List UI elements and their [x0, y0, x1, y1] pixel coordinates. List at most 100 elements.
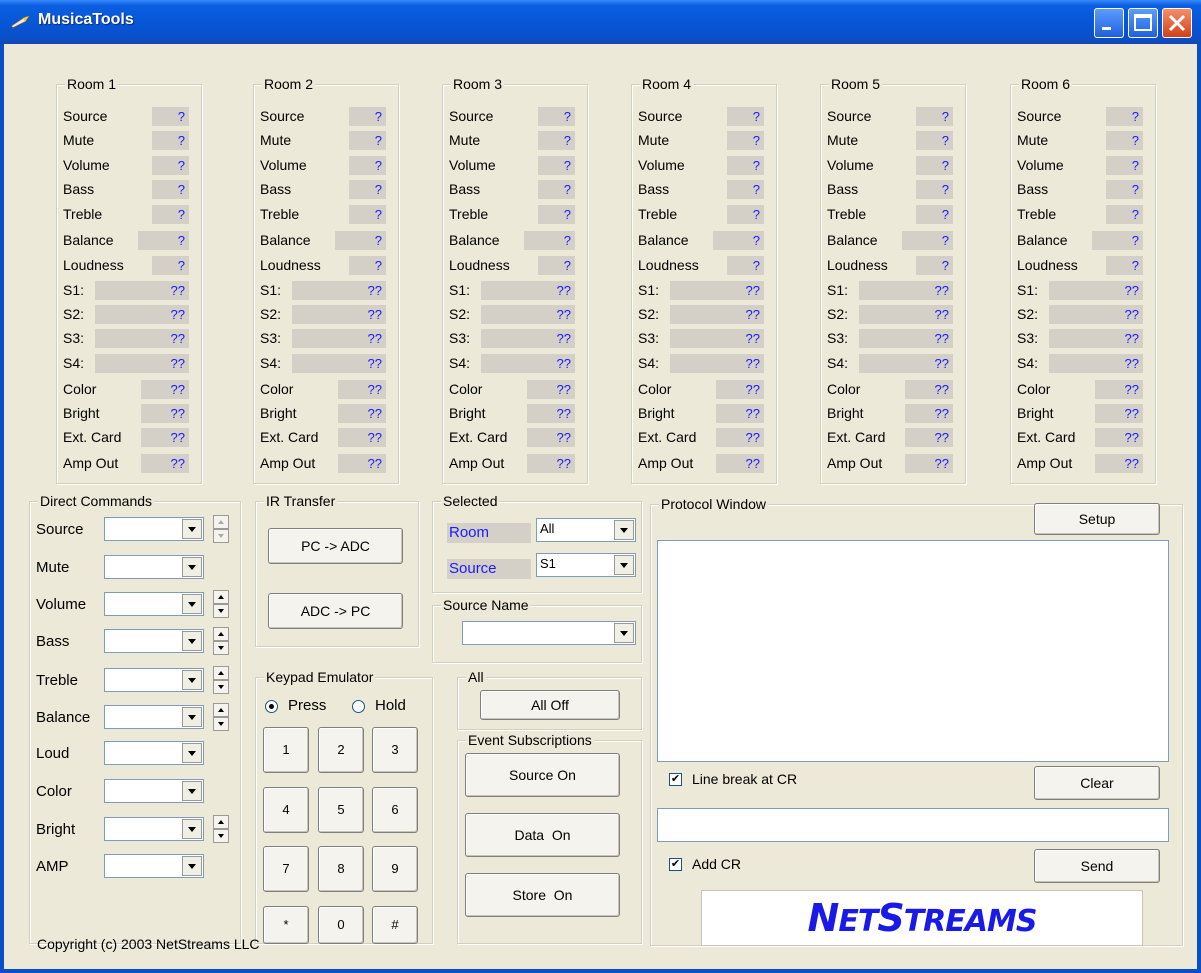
room-field-value: ? [727, 256, 764, 275]
room-field-value: ?? [859, 281, 953, 300]
direct-command-label: AMP [36, 858, 69, 875]
spin-down-icon[interactable] [213, 604, 229, 618]
room-field-label: S1: [449, 282, 471, 298]
add-cr-label: Add CR [692, 856, 742, 872]
direct-command-label: Balance [36, 709, 91, 726]
direct-command-select[interactable] [104, 517, 204, 541]
spinner-control[interactable] [213, 515, 229, 543]
room-field-label: S3: [449, 330, 471, 346]
hold-radio[interactable] [352, 700, 365, 713]
room-field-value: ?? [1049, 329, 1143, 348]
spinner-control[interactable] [213, 590, 229, 618]
direct-command-select[interactable] [104, 817, 204, 841]
spin-down-icon[interactable] [213, 680, 229, 694]
keypad-key[interactable]: 9 [372, 846, 418, 892]
chevron-down-icon [182, 781, 202, 801]
keypad-key[interactable]: 6 [372, 787, 418, 833]
room-field-value: ?? [1095, 404, 1143, 423]
spinner-control[interactable] [213, 815, 229, 843]
spin-down-icon[interactable] [213, 641, 229, 655]
room-field-label: Mute [827, 132, 859, 148]
room-field-label: S2: [449, 306, 471, 322]
direct-command-select[interactable] [104, 555, 204, 579]
data-on-button[interactable]: Data On [465, 813, 620, 857]
spinner-control[interactable] [213, 627, 229, 655]
spinner-control[interactable] [213, 666, 229, 694]
source-on-button[interactable]: Source On [465, 753, 620, 797]
keypad-key[interactable]: 5 [318, 787, 364, 833]
keypad-key[interactable]: * [263, 906, 309, 944]
room-field-label: S2: [260, 306, 282, 322]
keypad-key[interactable]: # [372, 906, 418, 944]
room-field-value: ?? [481, 305, 575, 324]
pc-to-adc-button[interactable]: PC -> ADC [268, 528, 403, 564]
room-field-label: Source [63, 108, 108, 124]
room-field-label: S3: [63, 330, 85, 346]
room-field-value: ?? [905, 404, 953, 423]
room-field-value: ? [349, 107, 386, 126]
room-field-label: Loudness [260, 257, 321, 273]
maximize-button[interactable] [1128, 8, 1158, 38]
setup-button[interactable]: Setup [1034, 503, 1160, 535]
room-field-value: ?? [716, 454, 764, 473]
room-field-label: Bright [638, 405, 675, 421]
room-field-label: Bright [827, 405, 864, 421]
room-field-value: ?? [859, 305, 953, 324]
store-on-button[interactable]: Store On [465, 873, 620, 917]
direct-command-select[interactable] [104, 779, 204, 803]
add-cr-checkbox[interactable]: ✔ [669, 858, 682, 871]
direct-command-select[interactable] [104, 705, 204, 729]
maximize-icon [1134, 14, 1152, 31]
all-off-button[interactable]: All Off [480, 690, 620, 720]
title-bar[interactable]: MusicaTools [0, 0, 1201, 44]
selected-room-select[interactable]: All [536, 518, 636, 542]
direct-command-select[interactable] [104, 854, 204, 878]
clear-button[interactable]: Clear [1034, 766, 1160, 800]
direct-command-select[interactable] [104, 629, 204, 653]
direct-command-select[interactable] [104, 741, 204, 765]
protocol-log[interactable] [657, 540, 1169, 762]
keypad-key[interactable]: 1 [263, 727, 309, 773]
room-field-value: ? [152, 131, 189, 150]
room-field-value: ? [538, 131, 575, 150]
room-field-label: Volume [638, 157, 685, 173]
chevron-down-icon [182, 594, 202, 614]
room-field-label: S4: [827, 355, 849, 371]
spinner-control[interactable] [213, 703, 229, 731]
keypad-key[interactable]: 4 [263, 787, 309, 833]
adc-to-pc-button[interactable]: ADC -> PC [268, 593, 403, 629]
spin-up-icon[interactable] [213, 703, 229, 717]
room-field-label: Bass [638, 181, 670, 197]
close-button[interactable] [1162, 8, 1192, 38]
press-radio[interactable] [265, 700, 278, 713]
room-field-value: ?? [292, 281, 386, 300]
spin-down-icon[interactable] [213, 529, 229, 543]
send-button[interactable]: Send [1034, 849, 1160, 883]
room-field-value: ?? [527, 404, 575, 423]
room-field-value: ?? [1049, 281, 1143, 300]
keypad-key[interactable]: 7 [263, 846, 309, 892]
command-input[interactable] [657, 808, 1169, 842]
direct-command-label: Color [36, 783, 72, 800]
spin-up-icon[interactable] [213, 815, 229, 829]
direct-command-label: Source [36, 521, 84, 538]
spin-up-icon[interactable] [213, 515, 229, 529]
selected-source-select[interactable]: S1 [536, 553, 636, 577]
room-field-value: ?? [527, 380, 575, 399]
keypad-key[interactable]: 8 [318, 846, 364, 892]
spin-down-icon[interactable] [213, 717, 229, 731]
source-name-select[interactable] [462, 621, 636, 645]
spin-up-icon[interactable] [213, 627, 229, 641]
keypad-key[interactable]: 3 [372, 727, 418, 773]
keypad-key[interactable]: 2 [318, 727, 364, 773]
line-break-checkbox[interactable]: ✔ [669, 773, 682, 786]
spin-up-icon[interactable] [213, 666, 229, 680]
spin-up-icon[interactable] [213, 590, 229, 604]
room-field-label: S4: [1017, 355, 1039, 371]
minimize-button[interactable] [1094, 8, 1124, 38]
direct-command-select[interactable] [104, 668, 204, 692]
room-field-value: ?? [481, 329, 575, 348]
direct-command-select[interactable] [104, 592, 204, 616]
spin-down-icon[interactable] [213, 829, 229, 843]
keypad-key[interactable]: 0 [318, 906, 364, 944]
